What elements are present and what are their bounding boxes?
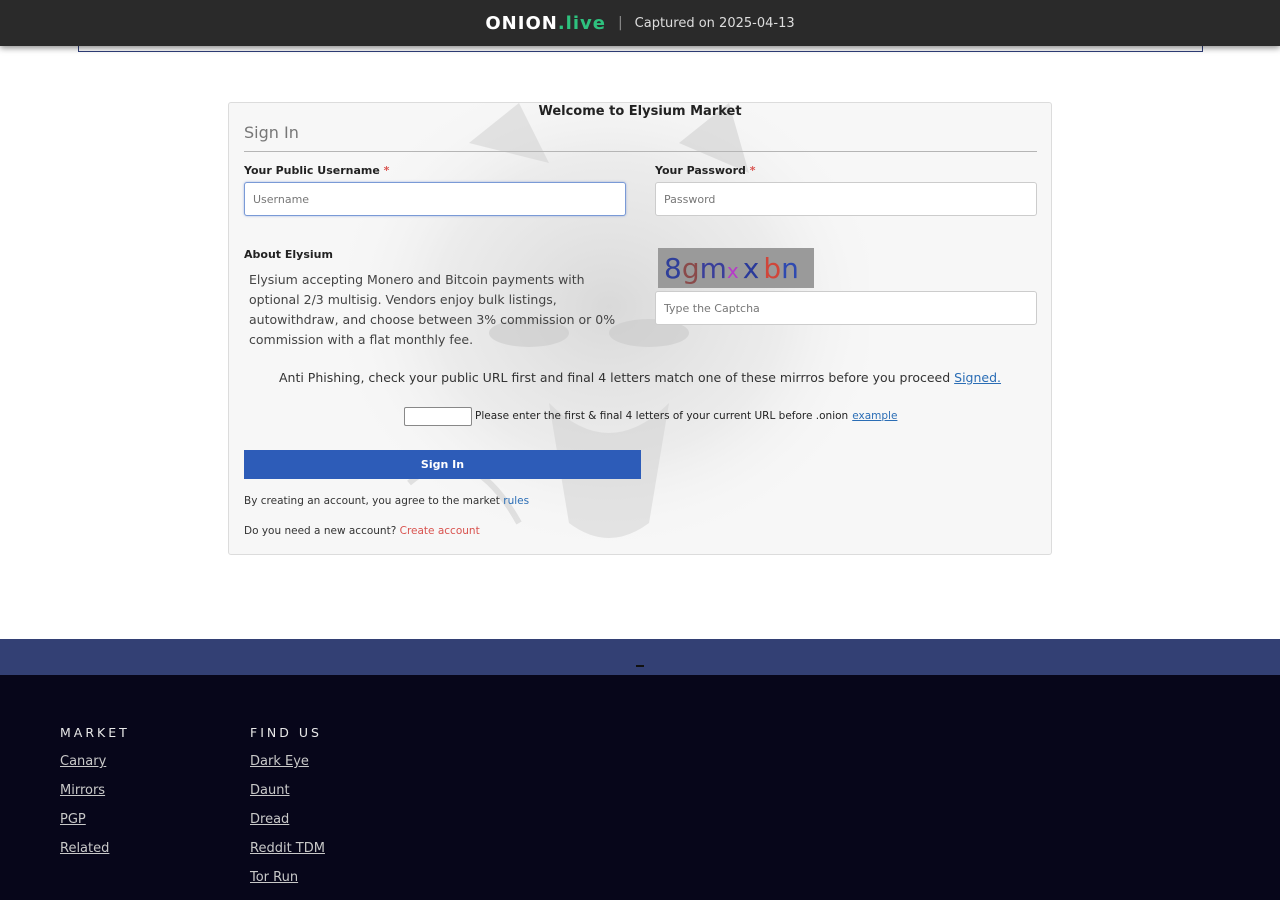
footer-link-related[interactable]: Related: [60, 840, 130, 857]
footer-link-reddit-tdm[interactable]: Reddit TDM: [250, 840, 325, 857]
footer-link-canary[interactable]: Canary: [60, 753, 130, 770]
welcome-heading: Welcome to Elysium Market: [538, 104, 742, 119]
footer: MARKET Canary Mirrors PGP Related FIND U…: [0, 675, 1280, 900]
url-example-link[interactable]: example: [852, 410, 897, 422]
create-account-link[interactable]: Create account: [400, 525, 480, 537]
password-label: Your Password *: [655, 164, 756, 177]
terms-text: By creating an account, you agree to the…: [244, 495, 530, 507]
footer-link-daunt[interactable]: Daunt: [250, 782, 325, 799]
strip-mark: [636, 665, 644, 667]
captcha-input[interactable]: [655, 291, 1037, 325]
url-verify-text: Please enter the first & final 4 letters…: [475, 410, 849, 422]
separator: |: [617, 15, 623, 31]
username-label: Your Public Username *: [244, 164, 390, 177]
sign-in-button[interactable]: Sign In: [244, 450, 641, 479]
sign-in-title: Sign In: [244, 123, 299, 142]
footer-link-tor-run[interactable]: Tor Run: [250, 869, 325, 886]
brand-logo[interactable]: ONION.live: [485, 13, 606, 34]
url-verify-input[interactable]: [404, 406, 472, 426]
footer-strip: [0, 639, 1280, 675]
footer-heading-market: MARKET: [60, 725, 130, 740]
url-verify-row: Please enter the first & final 4 letters…: [404, 406, 897, 426]
password-input[interactable]: [655, 182, 1037, 216]
captured-date: Captured on 2025-04-13: [634, 15, 795, 31]
title-divider: [244, 151, 1037, 152]
about-label: About Elysium: [244, 248, 333, 261]
capture-bar: ONION.live | Captured on 2025-04-13: [0, 0, 1280, 46]
footer-column-find-us: FIND US Dark Eye Daunt Dread Reddit TDM …: [250, 725, 325, 898]
signed-mirrors-link[interactable]: Signed.: [954, 370, 1001, 385]
footer-link-mirrors[interactable]: Mirrors: [60, 782, 130, 799]
rules-link[interactable]: rules: [503, 495, 529, 507]
footer-heading-find-us: FIND US: [250, 725, 322, 740]
footer-link-dark-eye[interactable]: Dark Eye: [250, 753, 325, 770]
username-input[interactable]: [244, 182, 626, 216]
captcha-image: 8gmx x bn: [658, 248, 814, 288]
anti-phishing-notice: Anti Phishing, check your public URL fir…: [278, 370, 1002, 385]
about-text: Elysium accepting Monero and Bitcoin pay…: [249, 272, 616, 347]
login-card: Welcome to Elysium Market Sign In Your P…: [228, 102, 1052, 555]
footer-column-market: MARKET Canary Mirrors PGP Related: [60, 725, 130, 869]
footer-link-dread[interactable]: Dread: [250, 811, 325, 828]
footer-link-pgp[interactable]: PGP: [60, 811, 130, 828]
register-text: Do you need a new account? Create accoun…: [244, 525, 480, 537]
